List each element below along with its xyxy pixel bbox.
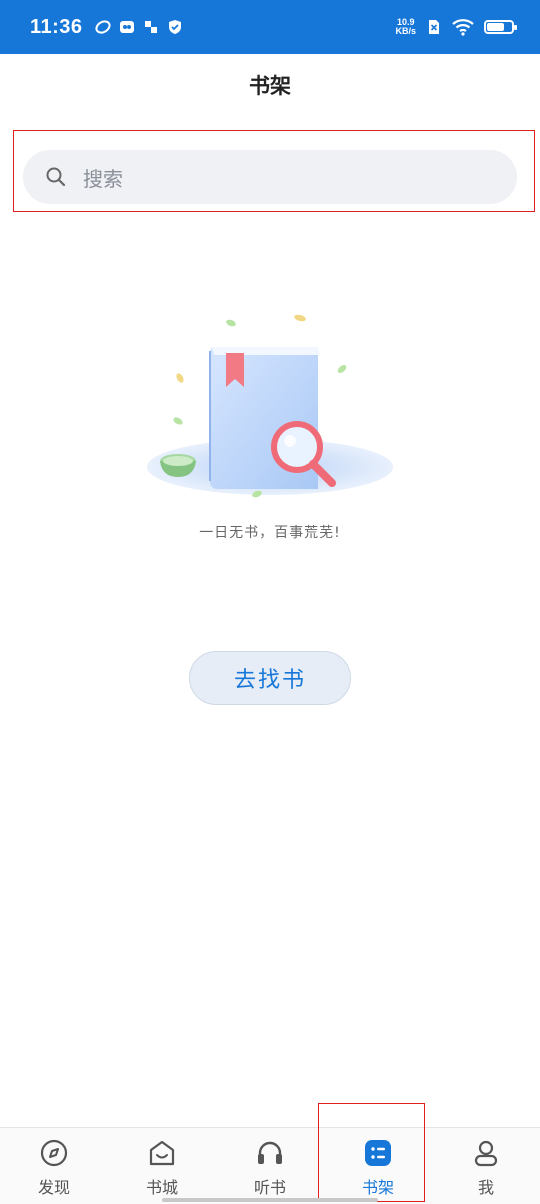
tab-label: 发现 [37, 1178, 70, 1197]
battery-level [487, 23, 504, 31]
bottom-tab-bar: 发现 书城 听书 书架 我 [0, 1127, 540, 1204]
app-notification-icon [119, 21, 134, 33]
header: 书架 [0, 54, 540, 116]
tab-audiobooks[interactable]: 听书 [216, 1128, 324, 1204]
compass-icon [40, 1139, 68, 1167]
tab-bookshelf[interactable]: 书架 [324, 1128, 432, 1204]
tab-label: 听书 [253, 1178, 286, 1197]
search-icon [46, 167, 66, 187]
bookstore-icon [149, 1140, 175, 1166]
shield-icon [168, 20, 181, 34]
tab-discover[interactable]: 发现 [0, 1128, 108, 1204]
sim-off-icon [429, 20, 439, 34]
empty-bookshelf-illustration [147, 314, 393, 498]
status-time: 11:36 [30, 15, 83, 38]
home-indicator[interactable] [162, 1198, 378, 1202]
tab-me[interactable]: 我 [432, 1128, 540, 1204]
tab-label: 书城 [145, 1178, 178, 1197]
battery-icon [484, 20, 517, 34]
search-placeholder: 搜索 [83, 166, 123, 191]
search-input[interactable]: 搜索 [23, 150, 517, 204]
net-speed-unit: KB/s [395, 26, 416, 36]
bookshelf-icon [365, 1140, 391, 1166]
user-icon [474, 1140, 498, 1167]
wifi-icon [452, 19, 474, 36]
notification-icons [95, 19, 183, 35]
tab-bookstore[interactable]: 书城 [108, 1128, 216, 1204]
app-notification-icon [95, 20, 111, 34]
status-bar: 11:36 10.9 KB/s [0, 0, 540, 54]
tab-label: 我 [477, 1178, 494, 1197]
headphones-icon [258, 1141, 282, 1164]
find-books-button[interactable]: 去找书 [189, 651, 351, 705]
tab-label: 书架 [361, 1178, 394, 1197]
status-right: 10.9 KB/s [395, 18, 517, 36]
network-speed: 10.9 KB/s [395, 18, 416, 36]
empty-state-message: 一日无书，百事荒芜! [199, 525, 341, 541]
app-notification-icon [144, 21, 157, 33]
page-title: 书架 [249, 74, 291, 98]
